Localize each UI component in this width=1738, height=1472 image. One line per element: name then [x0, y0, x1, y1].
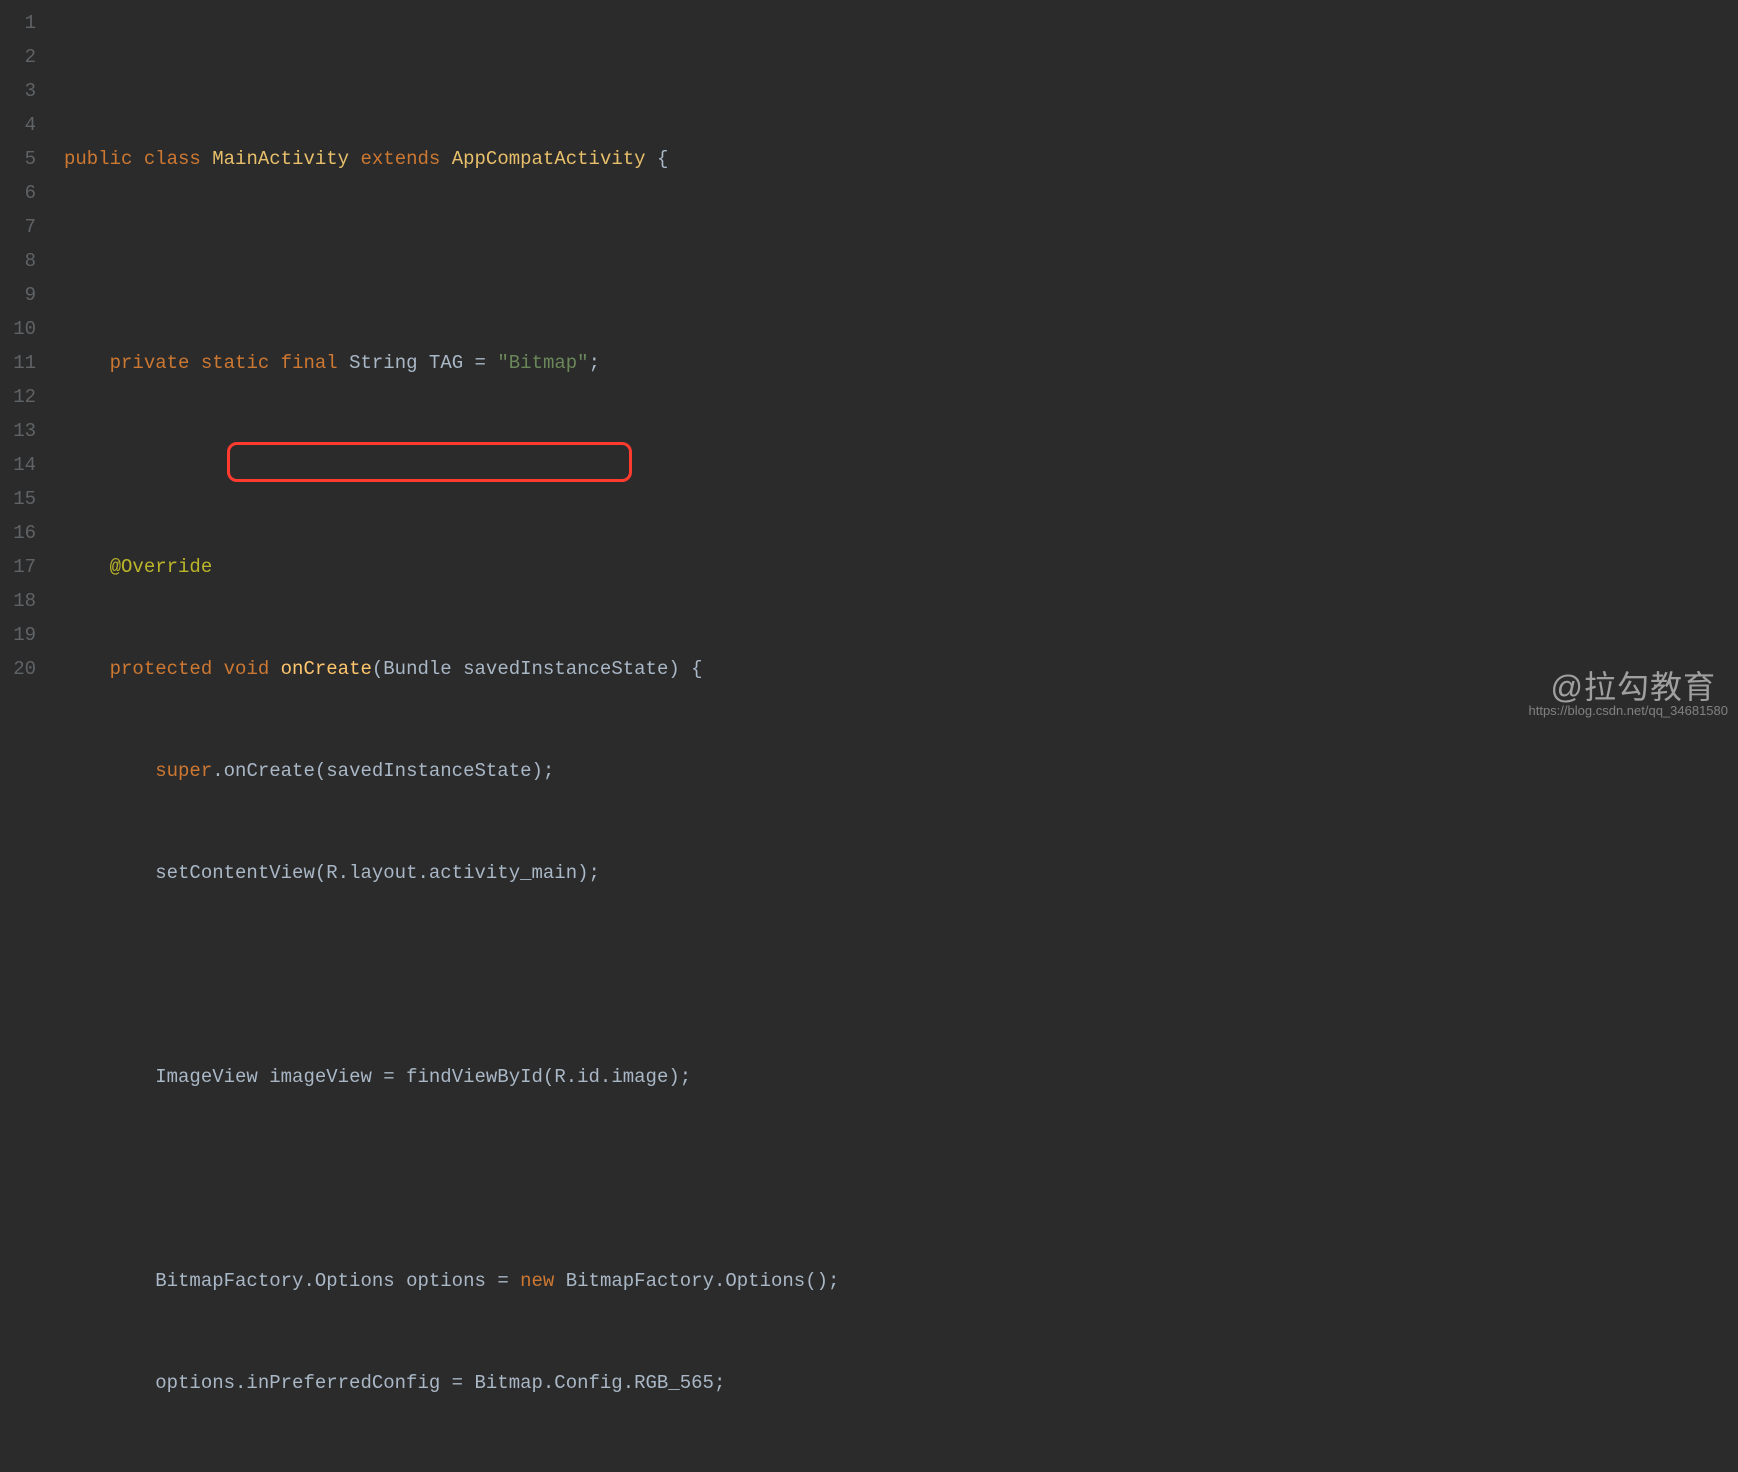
line-number: 16 — [0, 516, 36, 550]
line-number: 6 — [0, 176, 36, 210]
line-number: 17 — [0, 550, 36, 584]
line-number: 4 — [0, 108, 36, 142]
code-line: BitmapFactory.Options options = new Bitm… — [64, 1264, 1738, 1298]
code-line: ImageView imageView = findViewById(R.id.… — [64, 1060, 1738, 1094]
line-number-gutter: 1 2 3 4 5 6 7 8 9 10 11 12 13 14 15 16 1… — [0, 0, 50, 736]
line-number: 13 — [0, 414, 36, 448]
line-number: 3 — [0, 74, 36, 108]
line-number: 18 — [0, 584, 36, 618]
code-line: public class MainActivity extends AppCom… — [64, 142, 1738, 176]
line-number: 12 — [0, 380, 36, 414]
line-number: 9 — [0, 278, 36, 312]
code-line: @Override — [64, 550, 1738, 584]
code-line — [64, 244, 1738, 278]
line-number: 10 — [0, 312, 36, 346]
code-area[interactable]: public class MainActivity extends AppCom… — [50, 0, 1738, 736]
line-number: 14 — [0, 448, 36, 482]
watermark-url: https://blog.csdn.net/qq_34681580 — [1529, 694, 1729, 728]
line-number: 19 — [0, 618, 36, 652]
code-line: options.inSampleSize = 2; // 宽和高每隔2个像素进行… — [64, 1468, 1738, 1472]
line-number: 20 — [0, 652, 36, 686]
line-number: 11 — [0, 346, 36, 380]
code-line: setContentView(R.layout.activity_main); — [64, 856, 1738, 890]
code-editor: 1 2 3 4 5 6 7 8 9 10 11 12 13 14 15 16 1… — [0, 0, 1738, 736]
code-line: protected void onCreate(Bundle savedInst… — [64, 652, 1738, 686]
line-number: 5 — [0, 142, 36, 176]
code-line: options.inPreferredConfig = Bitmap.Confi… — [64, 1366, 1738, 1400]
code-line: private static final String TAG = "Bitma… — [64, 346, 1738, 380]
code-line: super.onCreate(savedInstanceState); — [64, 754, 1738, 788]
code-line — [64, 958, 1738, 992]
code-line — [64, 1162, 1738, 1196]
line-number: 15 — [0, 482, 36, 516]
code-line — [64, 448, 1738, 482]
line-number: 8 — [0, 244, 36, 278]
line-number: 2 — [0, 40, 36, 74]
line-number: 7 — [0, 210, 36, 244]
line-number: 1 — [0, 6, 36, 40]
